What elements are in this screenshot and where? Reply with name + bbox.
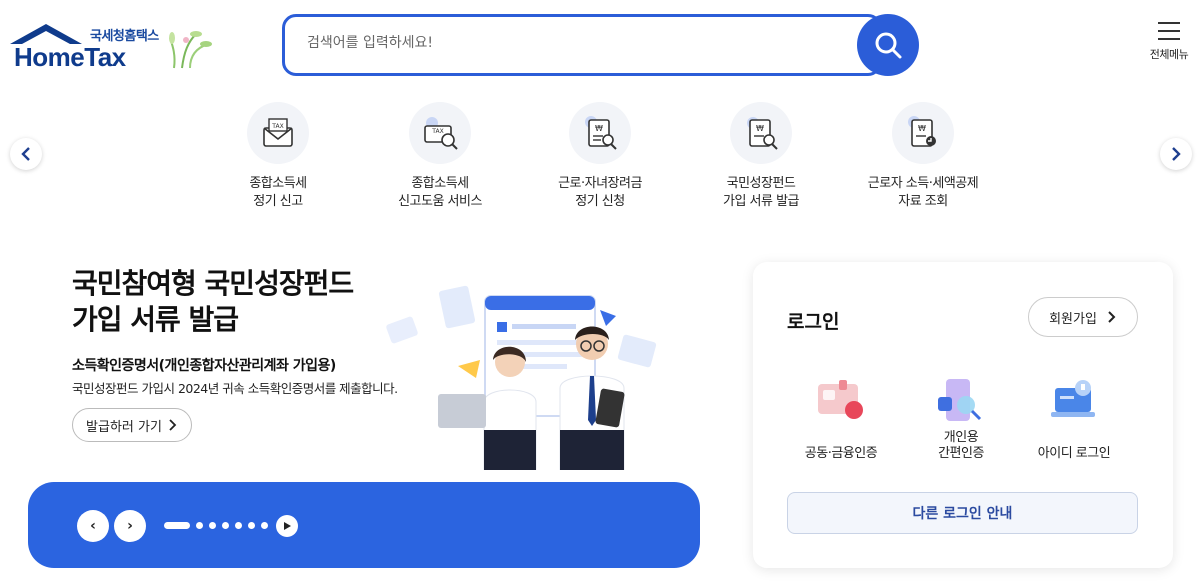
- svg-text:TAX: TAX: [431, 128, 443, 135]
- mobile-simple-auth-icon: [906, 374, 1016, 428]
- login-card: 로그인 회원가입 공동·금융인증 개인용 간편인증 아이디 로그인 다른 로그인…: [753, 262, 1173, 568]
- tax-search-icon: TAX: [409, 102, 471, 164]
- chevron-right-icon: [1172, 147, 1181, 161]
- hamburger-icon: [1158, 22, 1180, 40]
- login-simple-auth-button[interactable]: 개인용 간편인증: [906, 374, 1016, 462]
- quick-item-deduction-data-lookup[interactable]: ₩ 근로자 소득·세액공제자료 조회: [848, 102, 998, 211]
- search-button[interactable]: [857, 14, 919, 76]
- chevron-right-icon: ›: [127, 518, 133, 534]
- banner-next-button[interactable]: ›: [114, 510, 146, 542]
- chevron-left-icon: [21, 147, 30, 161]
- quick-menu-prev-button[interactable]: [10, 138, 42, 170]
- won-document-search-icon: ₩: [569, 102, 631, 164]
- quick-item-income-tax-help[interactable]: TAX 종합소득세신고도움 서비스: [365, 102, 515, 211]
- signup-button[interactable]: 회원가입: [1028, 297, 1138, 337]
- full-menu-label: 전체메뉴: [1149, 48, 1189, 61]
- quick-item-growth-fund-documents[interactable]: ₩ 국민성장펀드가입 서류 발급: [686, 102, 836, 211]
- search-icon: [875, 32, 902, 59]
- banner-pagination-dot[interactable]: [164, 522, 190, 529]
- full-menu-button[interactable]: 전체메뉴: [1144, 22, 1194, 72]
- signup-label: 회원가입: [1049, 311, 1097, 327]
- banner-pagination-dot[interactable]: [196, 522, 203, 529]
- certificate-card-icon: [786, 374, 896, 428]
- quick-item-income-tax-filing[interactable]: TAX 종합소득세정기 신고: [203, 102, 353, 211]
- quick-label-line1: 근로·자녀장려금: [558, 176, 642, 191]
- banner-subtitle: 소득확인증명서(개인종합자산관리계좌 가입용): [72, 358, 336, 374]
- banner-pagination-dot[interactable]: [261, 522, 268, 529]
- banner-illustration: [386, 285, 657, 470]
- login-certificate-label: 공동·금융인증: [804, 446, 878, 461]
- quick-label-line1: 국민성장펀드: [726, 176, 796, 191]
- search-input[interactable]: [307, 35, 827, 51]
- banner-pagination-dot[interactable]: [248, 522, 255, 529]
- chevron-right-icon: [1108, 311, 1116, 323]
- search-box: [282, 14, 882, 76]
- quick-label-line1: 근로자 소득·세액공제: [867, 176, 979, 191]
- receipt-lookup-icon: ₩: [892, 102, 954, 164]
- banner-cta-button[interactable]: 발급하러 가기: [72, 408, 192, 442]
- grass-decoration-icon: [169, 31, 212, 69]
- quick-label-line2: 정기 신고: [253, 194, 303, 209]
- banner-description: 국민성장펀드 가입시 2024년 귀속 소득확인증명서를 제출합니다.: [72, 381, 398, 396]
- banner-play-button[interactable]: [276, 515, 298, 537]
- login-certificate-button[interactable]: 공동·금융인증: [786, 374, 896, 462]
- banner-pagination-dot[interactable]: [222, 522, 229, 529]
- banner-pagination-dot[interactable]: [209, 522, 216, 529]
- banner-pagination-dots: [164, 522, 274, 529]
- quick-label-line2: 자료 조회: [898, 194, 948, 209]
- won-document-issue-icon: ₩: [730, 102, 792, 164]
- quick-label-line2: 신고도움 서비스: [398, 194, 482, 209]
- quick-label-line2: 정기 신청: [575, 194, 625, 209]
- banner-pagination-dot[interactable]: [235, 522, 242, 529]
- login-title: 로그인: [787, 311, 840, 333]
- quick-label-line1: 종합소득세: [249, 176, 307, 191]
- login-id-label: 아이디 로그인: [1037, 446, 1111, 461]
- laptop-id-login-icon: [1019, 374, 1129, 428]
- tax-envelope-icon: TAX: [247, 102, 309, 164]
- other-login-guide-button[interactable]: 다른 로그인 안내: [787, 492, 1138, 534]
- svg-text:₩: ₩: [756, 124, 764, 133]
- quick-label-line2: 가입 서류 발급: [722, 194, 800, 209]
- banner-title-line1: 국민참여형 국민성장펀드: [72, 267, 354, 300]
- quick-label-line1: 종합소득세: [411, 176, 469, 191]
- svg-text:₩: ₩: [595, 124, 603, 133]
- svg-text:₩: ₩: [918, 124, 926, 133]
- logo-english-text: HomeTax: [14, 42, 126, 72]
- banner-cta-label: 발급하러 가기: [86, 419, 162, 435]
- quick-menu-next-button[interactable]: [1160, 138, 1192, 170]
- svg-text:TAX: TAX: [271, 123, 283, 130]
- play-icon: [284, 522, 291, 530]
- banner-title-line2: 가입 서류 발급: [72, 303, 239, 336]
- login-simple-auth-label: 개인용 간편인증: [938, 430, 984, 461]
- chevron-right-icon: [169, 419, 177, 431]
- banner-title: 국민참여형 국민성장펀드 가입 서류 발급: [72, 266, 354, 338]
- chevron-left-icon: ‹: [90, 518, 96, 534]
- hometax-logo[interactable]: 국세청홈택스 HomeTax: [10, 20, 212, 75]
- login-id-button[interactable]: 아이디 로그인: [1019, 374, 1129, 462]
- banner-prev-button[interactable]: ‹: [77, 510, 109, 542]
- quick-item-work-child-incentive[interactable]: ₩ 근로·자녀장려금정기 신청: [525, 102, 675, 211]
